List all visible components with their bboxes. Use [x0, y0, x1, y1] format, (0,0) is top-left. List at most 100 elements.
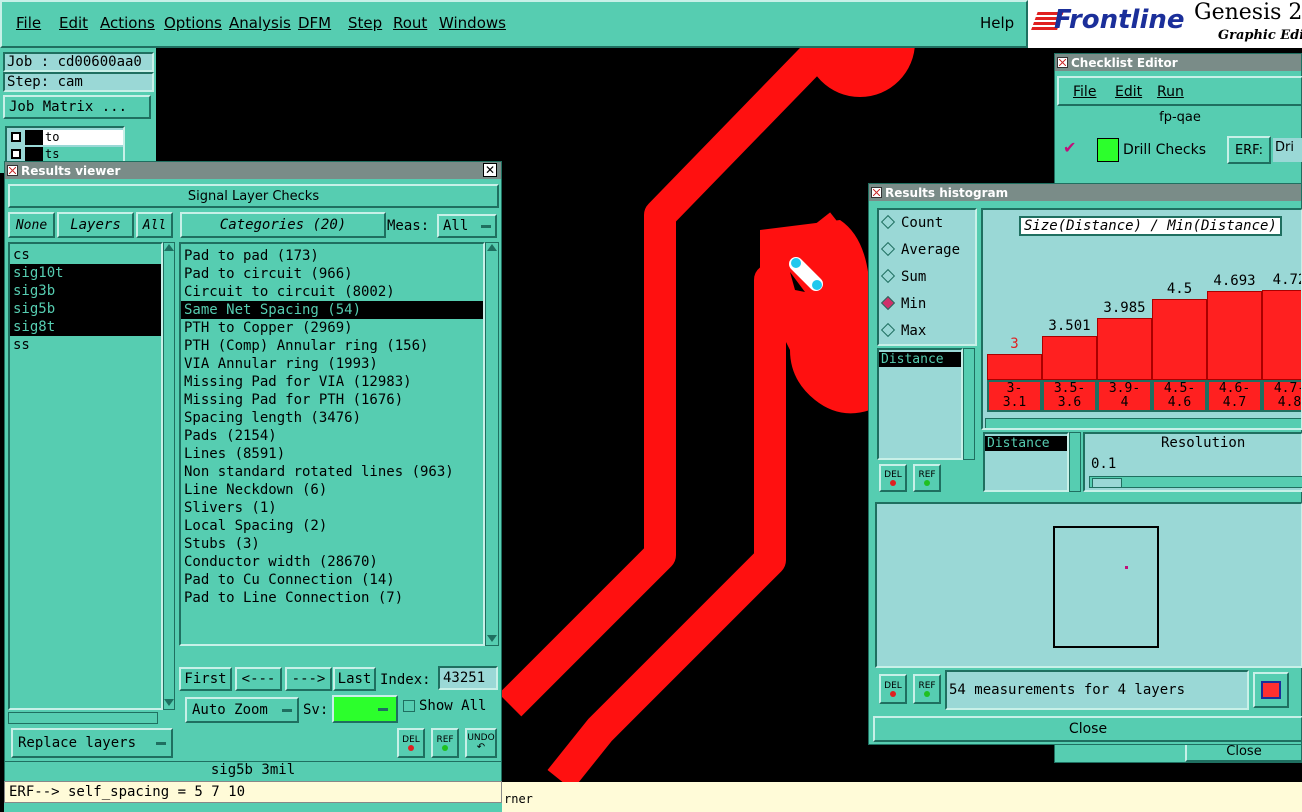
histogram-bar[interactable] [1042, 336, 1097, 380]
results-histogram-titlebar[interactable]: Results histogram [869, 184, 1301, 201]
del-button[interactable]: DEL [397, 728, 425, 758]
option-max[interactable]: Max [879, 318, 975, 345]
category-list-item[interactable]: Missing Pad for PTH (1676) [181, 391, 483, 409]
undo-button[interactable]: UNDO ↶ [465, 728, 497, 758]
preview-board[interactable] [1053, 526, 1159, 648]
layer-list-item[interactable]: ss [10, 336, 161, 354]
category-list-item[interactable]: Slivers (1) [181, 499, 483, 517]
histogram-close-button[interactable]: Close [873, 716, 1302, 742]
index-field[interactable]: 43251 [438, 666, 498, 690]
sv-color-dropdown[interactable] [332, 695, 398, 723]
last-button[interactable]: Last [333, 667, 376, 691]
none-button[interactable]: None [8, 212, 55, 238]
first-button[interactable]: First [179, 667, 232, 691]
option-average[interactable]: Average [879, 237, 975, 264]
slider-thumb[interactable] [1092, 478, 1122, 488]
layer-list-item[interactable]: sig3b [10, 282, 161, 300]
histogram-bin-label[interactable]: 3- 3.1 [987, 380, 1042, 412]
job-matrix-button[interactable]: Job Matrix ... [3, 95, 151, 119]
layer-list-item[interactable]: sig8t [10, 318, 161, 336]
histogram-hscroll[interactable] [985, 418, 1301, 428]
checklist-editor-titlebar[interactable]: Checklist Editor [1055, 54, 1301, 71]
hist-del-button[interactable]: DEL [879, 674, 907, 704]
erf-value[interactable]: Dri [1273, 138, 1302, 162]
menu-help[interactable]: Help [980, 14, 1014, 32]
export-icon[interactable] [1253, 672, 1289, 708]
layer-checkbox[interactable] [11, 132, 21, 142]
ref-button[interactable]: REF [431, 728, 459, 758]
category-list-item[interactable]: Circuit to circuit (8002) [181, 283, 483, 301]
menu-step[interactable]: Step [348, 14, 382, 32]
categories-button[interactable]: Categories (20) [180, 212, 386, 238]
hist-del-button-top[interactable]: DEL [879, 464, 907, 492]
menu-dfm[interactable]: DFM [298, 14, 331, 32]
histogram-bar[interactable] [1097, 318, 1152, 380]
categories-vscroll[interactable] [485, 242, 499, 646]
prev-button[interactable]: <--- [235, 667, 282, 691]
replace-layers-dropdown[interactable]: Replace layers [11, 728, 173, 758]
menu-edit[interactable]: Edit [59, 14, 88, 32]
histogram-bin-label[interactable]: 4.6- 4.7 [1207, 380, 1262, 412]
measure-vscroll[interactable] [963, 348, 975, 460]
layers-hscroll[interactable] [8, 712, 158, 724]
layers-vscroll[interactable] [163, 242, 175, 710]
layer-list-item[interactable]: cs [10, 246, 161, 264]
category-list-item[interactable]: Pad to pad (173) [181, 247, 483, 265]
checklist-menu-edit[interactable]: Edit [1115, 84, 1142, 100]
category-list-item[interactable]: PTH (Comp) Annular ring (156) [181, 337, 483, 355]
option-sum[interactable]: Sum [879, 264, 975, 291]
checklist-menu-file[interactable]: File [1073, 84, 1096, 100]
next-button[interactable]: ---> [285, 667, 332, 691]
layer-list-item[interactable]: sig5b [10, 300, 161, 318]
category-list-item[interactable]: Spacing length (3476) [181, 409, 483, 427]
category-list-item[interactable]: Pad to circuit (966) [181, 265, 483, 283]
category-list-item[interactable]: Stubs (3) [181, 535, 483, 553]
category-list-item[interactable]: PTH to Copper (2969) [181, 319, 483, 337]
histogram-bar[interactable] [1207, 291, 1262, 380]
category-list-item[interactable]: Lines (8591) [181, 445, 483, 463]
histogram-bin-label[interactable]: 3.5- 3.6 [1042, 380, 1097, 412]
measure-list-2[interactable]: Distance [983, 432, 1069, 492]
histogram-bar[interactable] [987, 354, 1042, 380]
layer-checkbox[interactable] [11, 149, 21, 159]
category-list-item[interactable]: Pad to Cu Connection (14) [181, 571, 483, 589]
auto-zoom-dropdown[interactable]: Auto Zoom [185, 697, 299, 723]
results-viewer-titlebar[interactable]: Results viewer ✕ [5, 162, 501, 179]
category-list-item[interactable]: Pads (2154) [181, 427, 483, 445]
category-list-item[interactable]: Conductor width (28670) [181, 553, 483, 571]
measure-item[interactable]: Distance [985, 436, 1067, 451]
category-list-item[interactable]: Line Neckdown (6) [181, 481, 483, 499]
measure-item[interactable]: Distance [879, 352, 961, 367]
histogram-chart[interactable]: Size(Distance) / Min(Distance) 3 3.501 3.9… [981, 208, 1302, 430]
histogram-bar[interactable] [1152, 299, 1207, 380]
category-list-item[interactable]: Missing Pad for VIA (12983) [181, 373, 483, 391]
histogram-bin-label[interactable]: 3.9- 4 [1097, 380, 1152, 412]
erf-command-line[interactable]: ERF--> self_spacing = 5 7 10 [4, 781, 502, 803]
categories-list[interactable]: Pad to pad (173) Pad to circuit (966) Circ… [179, 242, 485, 646]
menu-rout[interactable]: Rout [393, 14, 427, 32]
close-icon[interactable]: ✕ [483, 163, 497, 177]
category-list-item[interactable]: Same Net Spacing (54) [181, 301, 483, 319]
histogram-bar[interactable] [1262, 290, 1301, 380]
all-layers-button[interactable]: All [136, 212, 173, 238]
category-list-item[interactable]: Local Spacing (2) [181, 517, 483, 535]
menu-windows[interactable]: Windows [439, 14, 506, 32]
hist-ref-button[interactable]: REF [913, 674, 941, 704]
layer-row-ts[interactable]: ts [7, 147, 123, 162]
resolution-slider[interactable] [1089, 476, 1302, 488]
menu-file[interactable]: File [16, 14, 41, 32]
layer-row-to[interactable]: to [7, 130, 123, 145]
meas-dropdown[interactable]: All [437, 214, 497, 238]
menu-options[interactable]: Options [164, 14, 222, 32]
measure2-vscroll[interactable] [1069, 432, 1081, 492]
category-list-item[interactable]: VIA Annular ring (1993) [181, 355, 483, 373]
histogram-bin-label[interactable]: 4.5- 4.6 [1152, 380, 1207, 412]
histogram-bin-label[interactable]: 4.7-4.8 [1262, 380, 1301, 412]
layers-list[interactable]: cs sig10t sig3b sig5b sig8t ss [8, 242, 163, 710]
category-list-item[interactable]: Pad to Line Connection (7) [181, 589, 483, 607]
layer-list-item[interactable]: sig10t [10, 264, 161, 282]
erf-button[interactable]: ERF: [1227, 136, 1271, 164]
layers-button[interactable]: Layers [57, 212, 134, 238]
hist-ref-button-top[interactable]: REF [913, 464, 941, 492]
show-all-checkbox[interactable] [403, 700, 415, 712]
